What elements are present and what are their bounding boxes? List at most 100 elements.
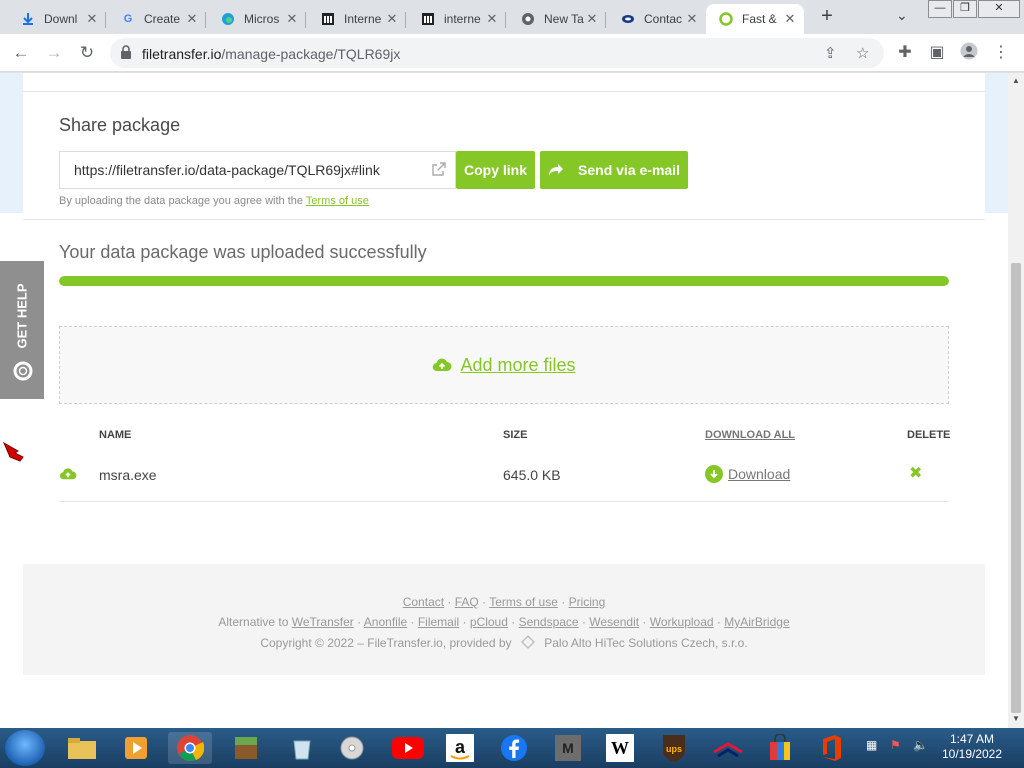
start-button[interactable]: [5, 730, 45, 766]
bookmark-star-icon[interactable]: ☆: [856, 44, 869, 62]
url-domain: filetransfer.io: [142, 46, 222, 62]
add-more-files-link[interactable]: Add more files: [460, 355, 575, 376]
lock-icon: [121, 45, 131, 59]
tab-internet-archive[interactable]: Interne ✕: [308, 4, 406, 34]
footer-alt-link[interactable]: Sendspace: [519, 615, 579, 629]
tab-contact[interactable]: Contac ✕: [608, 4, 706, 34]
footer-alt-link[interactable]: Workupload: [650, 615, 714, 629]
tab-downloads[interactable]: Downl ✕: [8, 4, 106, 34]
system-clock[interactable]: 1:47 AM 10/19/2022: [930, 732, 1014, 762]
footer-alt-link[interactable]: Wesendit: [589, 615, 639, 629]
footer-alt-link[interactable]: Anonfile: [364, 615, 407, 629]
close-icon[interactable]: ✕: [284, 11, 300, 27]
chrome-taskbar-icon[interactable]: [168, 732, 212, 764]
footer-alt-prefix: Alternative to: [218, 615, 289, 629]
forward-icon[interactable]: →: [42, 42, 66, 64]
close-icon[interactable]: ✕: [782, 11, 798, 27]
get-help-tab[interactable]: GET HELP: [0, 261, 44, 399]
volume-icon[interactable]: 🔈: [913, 738, 928, 752]
ups-icon[interactable]: ups: [652, 732, 696, 764]
svg-text:a: a: [455, 737, 466, 757]
address-bar[interactable]: filetransfer.io/manage-package/TQLR69jx …: [110, 38, 884, 68]
bank-of-america-icon[interactable]: [706, 732, 750, 764]
tab-filetransfer[interactable]: Fast & ✕: [706, 4, 804, 34]
terms-of-use-link[interactable]: Terms of use: [306, 195, 369, 207]
divider: [23, 91, 985, 92]
vertical-scrollbar[interactable]: ▲ ▼: [1008, 73, 1024, 728]
upload-success-title: Your data package was uploaded successfu…: [59, 242, 427, 262]
scrollbar-thumb[interactable]: [1011, 263, 1021, 713]
tab-internet-archive-2[interactable]: interne ✕: [408, 4, 506, 34]
footer-alt-link[interactable]: pCloud: [470, 615, 508, 629]
m-app-icon[interactable]: M: [546, 732, 590, 764]
close-icon[interactable]: ✕: [184, 11, 200, 27]
terms-notice-text: By uploading the data package you agree …: [59, 195, 304, 207]
footer-alt-link[interactable]: MyAirBridge: [724, 615, 789, 629]
footer-link-terms[interactable]: Terms of use: [489, 595, 558, 609]
share-link-value: https://filetransfer.io/data-package/TQL…: [74, 162, 380, 178]
media-player-icon[interactable]: [114, 732, 158, 764]
get-help-label: GET HELP: [14, 283, 30, 349]
cloud-upload-icon: [433, 358, 452, 372]
network-icon[interactable]: ▦: [866, 738, 877, 752]
external-link-icon[interactable]: [431, 161, 447, 177]
download-all-link[interactable]: DOWNLOAD ALL: [705, 429, 795, 441]
download-link[interactable]: Download: [705, 465, 790, 483]
close-icon[interactable]: ✕: [584, 11, 600, 27]
recycle-bin-icon[interactable]: [280, 732, 324, 764]
copy-link-button[interactable]: Copy link: [456, 151, 535, 189]
scroll-down-icon[interactable]: ▼: [1012, 714, 1020, 723]
menu-icon[interactable]: ⋮: [990, 42, 1012, 64]
close-icon[interactable]: ✕: [84, 11, 100, 27]
side-panel-icon[interactable]: ▣: [926, 42, 948, 64]
share-link-field[interactable]: https://filetransfer.io/data-package/TQL…: [59, 151, 456, 189]
file-explorer-icon[interactable]: [60, 732, 104, 764]
scroll-up-icon[interactable]: ▲: [1012, 76, 1020, 85]
shopping-bag-icon[interactable]: [758, 732, 802, 764]
tab-new-tab[interactable]: New Ta ✕: [508, 4, 606, 34]
action-center-icon[interactable]: ⚑: [890, 738, 901, 752]
footer-alt-link[interactable]: Filemail: [418, 615, 459, 629]
chrome-icon: [520, 11, 536, 27]
dvd-icon[interactable]: [330, 732, 374, 764]
profile-icon[interactable]: [958, 42, 980, 64]
close-icon[interactable]: ✕: [684, 11, 700, 27]
footer-link-faq[interactable]: FAQ: [455, 595, 479, 609]
back-icon[interactable]: ←: [9, 42, 33, 64]
extensions-icon[interactable]: ✚: [894, 42, 916, 64]
download-label: Download: [728, 466, 791, 482]
reload-icon[interactable]: ↻: [75, 42, 99, 64]
tab-google[interactable]: G Create ✕: [108, 4, 206, 34]
main-card: Share package https://filetransfer.io/da…: [23, 73, 985, 675]
add-files-dropzone[interactable]: Add more files: [59, 326, 949, 404]
new-tab-icon[interactable]: +: [816, 6, 838, 28]
footer-alt-link[interactable]: WeTransfer: [292, 615, 354, 629]
youtube-icon[interactable]: [386, 732, 430, 764]
wikipedia-icon[interactable]: W: [598, 732, 642, 764]
google-icon: G: [123, 13, 133, 25]
url-text: filetransfer.io/manage-package/TQLR69jx: [142, 46, 400, 62]
provider-name: Palo Alto HiTec Solutions Czech, s.r.o.: [544, 636, 748, 650]
minecraft-icon[interactable]: [224, 732, 268, 764]
close-window-icon[interactable]: ✕: [978, 0, 1020, 18]
clock-date: 10/19/2022: [941, 747, 1003, 761]
divider: [23, 219, 985, 220]
terms-notice: By uploading the data package you agree …: [59, 195, 369, 207]
tab-microsoft[interactable]: Micros ✕: [208, 4, 306, 34]
facebook-icon[interactable]: [492, 732, 536, 764]
minimize-icon[interactable]: —: [928, 0, 952, 18]
upload-progress-bar: [59, 276, 949, 286]
svg-text:ups: ups: [666, 744, 682, 754]
amazon-icon[interactable]: a: [438, 732, 482, 764]
share-icon[interactable]: ⇪: [824, 44, 837, 62]
chevron-down-icon[interactable]: ⌄: [896, 7, 908, 24]
maximize-icon[interactable]: ❐: [953, 0, 977, 18]
copyright-text: Copyright © 2022 – FileTransfer.io, prov…: [260, 636, 512, 650]
footer-link-contact[interactable]: Contact: [403, 595, 444, 609]
close-icon[interactable]: ✕: [384, 11, 400, 27]
delete-file-icon[interactable]: ✖: [909, 463, 922, 483]
office-icon[interactable]: [810, 732, 854, 764]
send-via-email-button[interactable]: Send via e-mail: [540, 151, 688, 189]
footer-link-pricing[interactable]: Pricing: [569, 595, 606, 609]
close-icon[interactable]: ✕: [484, 11, 500, 27]
